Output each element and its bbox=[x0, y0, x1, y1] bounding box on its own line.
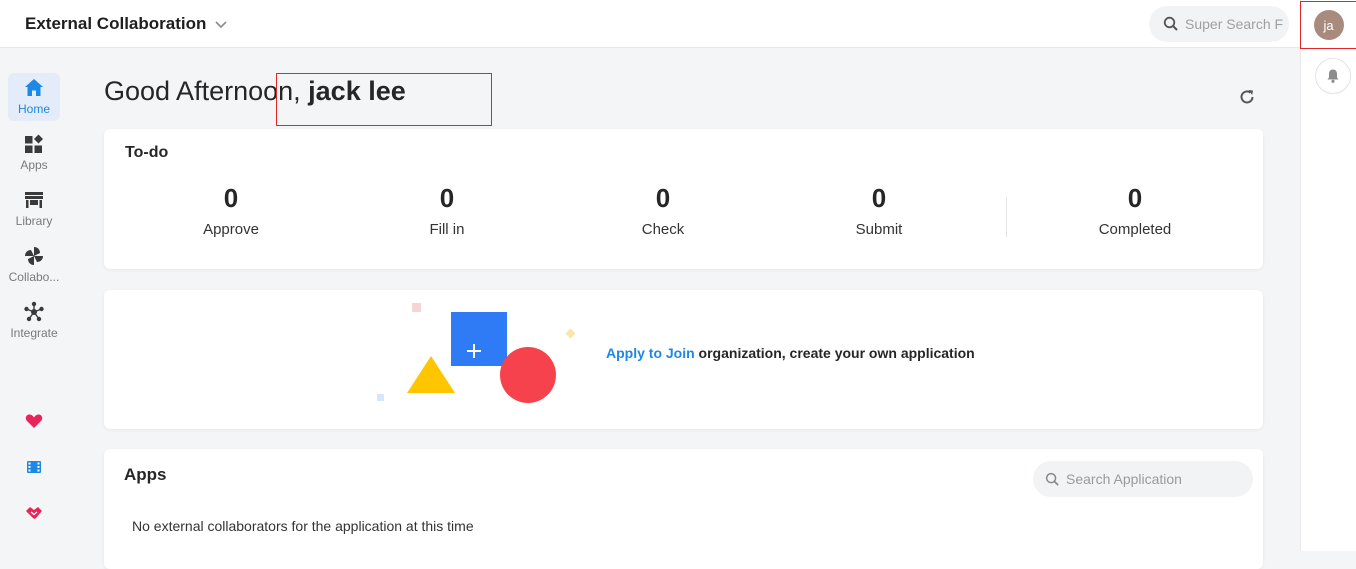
integrate-icon bbox=[24, 301, 44, 322]
sidebar-item-label: Apps bbox=[20, 158, 48, 172]
sidebar-item-label: Integrate bbox=[10, 326, 58, 340]
todo-stat-approve[interactable]: 0 Approve bbox=[151, 183, 311, 238]
app-search-box[interactable] bbox=[1033, 461, 1253, 497]
app-search-input[interactable] bbox=[1066, 471, 1236, 487]
join-banner: Apply to Join organization, create your … bbox=[104, 290, 1263, 429]
org-switcher[interactable]: External Collaboration bbox=[25, 14, 228, 34]
stat-value: 0 bbox=[223, 183, 239, 213]
apps-title: Apps bbox=[124, 465, 167, 484]
right-bar: ja bbox=[1300, 0, 1356, 551]
sidebar-item-integrate[interactable]: Integrate bbox=[8, 297, 60, 345]
collaboration-icon bbox=[25, 247, 43, 265]
stat-value: 0 bbox=[655, 183, 671, 213]
stat-label: Fill in bbox=[429, 221, 465, 238]
todo-divider bbox=[1006, 197, 1007, 237]
join-text: Apply to Join organization, create your … bbox=[606, 345, 975, 361]
todo-stat-fill-in[interactable]: 0 Fill in bbox=[367, 183, 527, 238]
todo-stat-completed[interactable]: 0 Completed bbox=[1055, 183, 1215, 238]
notifications-button[interactable] bbox=[1315, 58, 1351, 94]
refresh-icon[interactable] bbox=[1237, 87, 1257, 107]
join-text-rest: organization, create your own applicatio… bbox=[694, 345, 975, 361]
apply-to-join-link[interactable]: Apply to Join bbox=[606, 345, 695, 361]
search-icon bbox=[1163, 16, 1178, 31]
chevron-down-icon bbox=[215, 21, 227, 29]
sidebar-item-label: Home bbox=[17, 102, 50, 116]
search-icon bbox=[1045, 472, 1059, 486]
todo-stat-submit[interactable]: 0 Submit bbox=[799, 183, 959, 238]
avatar[interactable]: ja bbox=[1313, 10, 1344, 40]
stat-label: Completed bbox=[1098, 221, 1172, 238]
stat-label: Approve bbox=[203, 221, 259, 238]
home-icon bbox=[25, 79, 43, 96]
sidebar-item-home[interactable]: Home bbox=[8, 73, 60, 121]
apps-empty-message: No external collaborators for the applic… bbox=[132, 518, 474, 534]
todo-title: To-do bbox=[125, 144, 169, 161]
apps-icon bbox=[25, 134, 43, 153]
todo-stat-check[interactable]: 0 Check bbox=[583, 183, 743, 238]
shapes-illustration bbox=[377, 303, 576, 403]
top-bar: External Collaboration Super Search F bbox=[0, 0, 1300, 48]
sidebar-item-collaboration[interactable]: Collabo... bbox=[8, 241, 60, 289]
sidebar-item-label: Library bbox=[15, 214, 53, 228]
handshake-icon[interactable] bbox=[24, 503, 44, 523]
sidebar-item-library[interactable]: Library bbox=[8, 185, 60, 233]
stat-value: 0 bbox=[1127, 183, 1143, 213]
super-search-placeholder: Super Search F bbox=[1185, 16, 1284, 32]
apps-card: Apps No external collaborators for the a… bbox=[104, 449, 1263, 569]
film-icon[interactable] bbox=[24, 457, 44, 477]
library-icon bbox=[25, 192, 43, 208]
heart-icon[interactable] bbox=[24, 411, 44, 431]
stat-label: Submit bbox=[855, 221, 903, 238]
sidebar: Home Apps Library Collabo... Integrate bbox=[0, 48, 68, 551]
bell-icon bbox=[1327, 69, 1339, 83]
stat-value: 0 bbox=[439, 183, 455, 213]
super-search-box[interactable]: Super Search F bbox=[1149, 6, 1289, 42]
user-name-highlight bbox=[276, 73, 492, 126]
avatar-highlight[interactable]: ja bbox=[1300, 1, 1356, 49]
org-title: External Collaboration bbox=[25, 14, 207, 33]
stat-value: 0 bbox=[871, 183, 887, 213]
stat-label: Check bbox=[641, 221, 685, 238]
sidebar-item-label: Collabo... bbox=[8, 270, 60, 284]
todo-card: To-do 0 Approve 0 Fill in 0 Check 0 Subm… bbox=[104, 129, 1263, 269]
sidebar-item-apps[interactable]: Apps bbox=[8, 129, 60, 177]
